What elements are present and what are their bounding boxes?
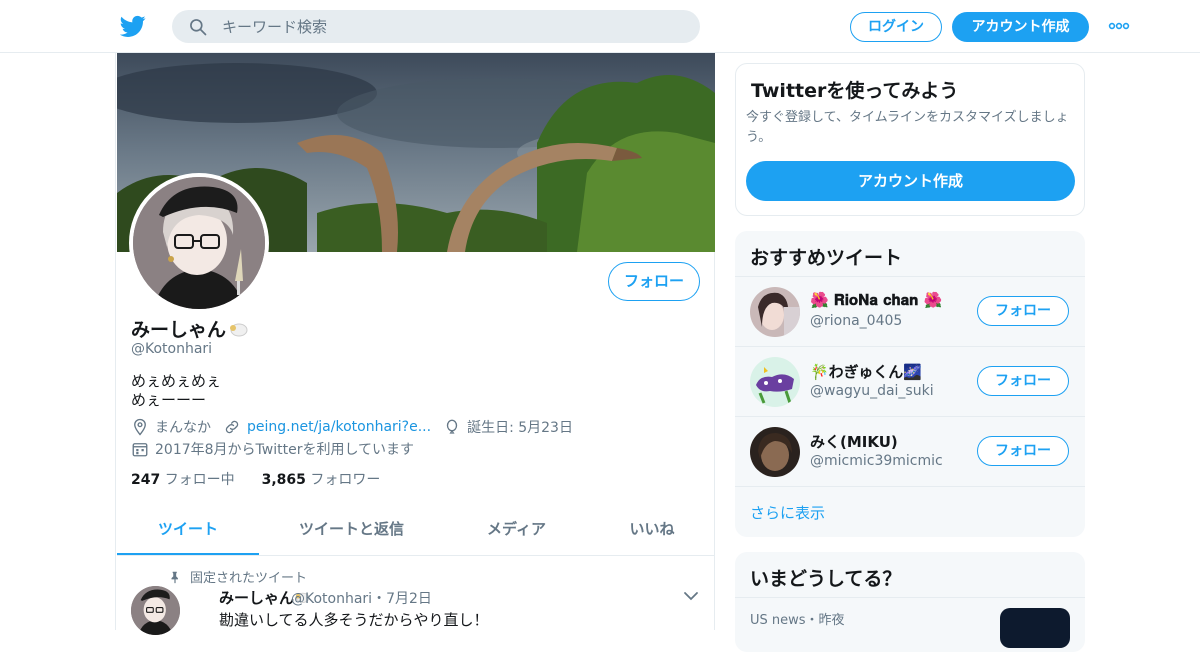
suggestion-handle: @wagyu_dai_suki xyxy=(810,383,934,399)
calendar-icon xyxy=(132,443,148,457)
tweet-author-name-text: みーしゃん xyxy=(219,589,295,607)
location-pin-icon xyxy=(134,418,146,436)
suggestion-avatar[interactable] xyxy=(750,357,800,407)
tweet-text: 勘違いしてる人多そうだからやり直し！ xyxy=(219,611,489,629)
search-input[interactable] xyxy=(222,10,682,43)
login-button[interactable]: ログイン xyxy=(850,12,942,42)
profile-name: みーしゃん xyxy=(131,315,248,342)
followers-stat[interactable]: 3,865 フォロワー xyxy=(262,472,381,488)
tab-likes[interactable]: いいね xyxy=(589,505,715,555)
followers-count: 3,865 xyxy=(261,472,306,488)
twitter-bird-icon[interactable] xyxy=(120,13,146,39)
suggestion-avatar[interactable] xyxy=(750,427,800,477)
suggestion-handle: @micmic39micmic xyxy=(810,453,943,469)
profile-handle: @Kotonhari xyxy=(131,341,213,357)
suggestion-avatar[interactable] xyxy=(750,287,800,337)
chevron-down-icon[interactable] xyxy=(683,591,699,601)
profile-url-link[interactable]: peing.net/ja/kotonhari?e... xyxy=(247,419,431,435)
pinned-label-text: 固定されたツイート xyxy=(190,571,308,586)
followers-label: フォロワー xyxy=(310,472,381,488)
pinned-tweet-label: 固定されたツイート xyxy=(168,567,307,586)
profile-birthday: 誕生日: 5月23日 xyxy=(467,420,573,436)
following-label: フォロー中 xyxy=(164,472,235,488)
suggestion-handle: @riona_0405 xyxy=(810,313,903,329)
more-options-icon[interactable] xyxy=(1108,20,1130,32)
show-more-link[interactable]: さらに表示 xyxy=(750,502,825,523)
suggestion-name: 🎋わぎゅくん🌌 xyxy=(810,363,922,381)
follow-button[interactable]: フォロー xyxy=(608,262,700,301)
profile-meta-row: まんなか peing.net/ja/kotonhari?e... 誕生日: 5月… xyxy=(131,417,573,437)
trends-title: いまどうしてる？ xyxy=(750,568,902,590)
profile-joined-row: 2017年8月からTwitterを利用しています xyxy=(131,439,414,459)
tweet-author-avatar[interactable] xyxy=(131,586,180,635)
trend-item-thumbnail[interactable] xyxy=(1000,608,1070,648)
following-stat[interactable]: 247 フォロー中 xyxy=(131,472,235,488)
sheep-emoji-icon xyxy=(230,323,248,337)
suggestion-follow-button[interactable]: フォロー xyxy=(977,366,1069,396)
tab-media[interactable]: メディア xyxy=(444,505,589,555)
signup-button[interactable]: アカウント作成 xyxy=(952,12,1089,42)
suggestion-item[interactable]: 🎋わぎゅくん🌌 @wagyu_dai_suki フォロー xyxy=(735,346,1085,416)
signup-card-title: Twitterを使ってみよう xyxy=(751,80,959,102)
suggestion-follow-button[interactable]: フォロー xyxy=(977,436,1069,466)
trend-item-meta[interactable]: US news・昨夜 xyxy=(750,609,845,628)
signup-card-body: 今すぐ登録して、タイムラインをカスタマイズしましょう。 xyxy=(746,110,1069,145)
suggestion-follow-button[interactable]: フォロー xyxy=(977,296,1069,326)
balloon-icon xyxy=(446,419,458,434)
link-icon xyxy=(225,420,239,434)
signup-card: Twitterを使ってみよう 今すぐ登録して、タイムラインをカスタマイズしましょ… xyxy=(735,63,1085,216)
suggestions-card: おすすめツイート 🌺 𝐑𝐢𝐨𝐍𝐚 𝐜𝐡𝐚𝐧 🌺 @riona_0405 フォロー xyxy=(735,231,1085,537)
suggestion-name: みく(MIKU) xyxy=(810,433,898,451)
trends-card: いまどうしてる？ US news・昨夜 xyxy=(735,552,1085,652)
search-box[interactable] xyxy=(172,10,700,43)
profile-joined-date: 2017年8月からTwitterを利用しています xyxy=(155,442,415,458)
profile-location: まんなか xyxy=(155,420,211,436)
profile-tabs: ツイート ツイートと返信 メディア いいね xyxy=(117,505,715,556)
suggestion-item[interactable]: みく(MIKU) @micmic39micmic フォロー xyxy=(735,416,1085,486)
profile-bio-line-1: めぇめぇめぇ xyxy=(131,372,222,390)
tweet-author-handle-date[interactable]: @Kotonhari・7月2日 xyxy=(291,588,432,608)
pin-icon xyxy=(171,571,178,583)
signup-card-button[interactable]: アカウント作成 xyxy=(746,161,1075,201)
following-count: 247 xyxy=(131,472,161,488)
tab-tweets[interactable]: ツイート xyxy=(117,505,259,555)
profile-bio-line-2: めぇーーー xyxy=(131,391,207,409)
search-icon xyxy=(190,19,207,36)
tab-tweets-and-replies[interactable]: ツイートと返信 xyxy=(259,505,444,555)
top-navigation-bar: ログイン アカウント作成 xyxy=(0,0,1200,53)
profile-avatar[interactable] xyxy=(129,173,269,313)
profile-column: フォロー みーしゃん @Kotonhari めぇめぇめぇ めぇーーー まんなか … xyxy=(115,53,715,635)
profile-stats: 247 フォロー中 3,865 フォロワー xyxy=(131,469,380,489)
suggestion-name: 🌺 𝐑𝐢𝐨𝐍𝐚 𝐜𝐡𝐚𝐧 🌺 xyxy=(810,291,943,309)
suggestions-title: おすすめツイート xyxy=(750,247,903,269)
profile-name-text: みーしゃん xyxy=(131,319,227,341)
suggestion-item[interactable]: 🌺 𝐑𝐢𝐨𝐍𝐚 𝐜𝐡𝐚𝐧 🌺 @riona_0405 フォロー xyxy=(735,276,1085,346)
